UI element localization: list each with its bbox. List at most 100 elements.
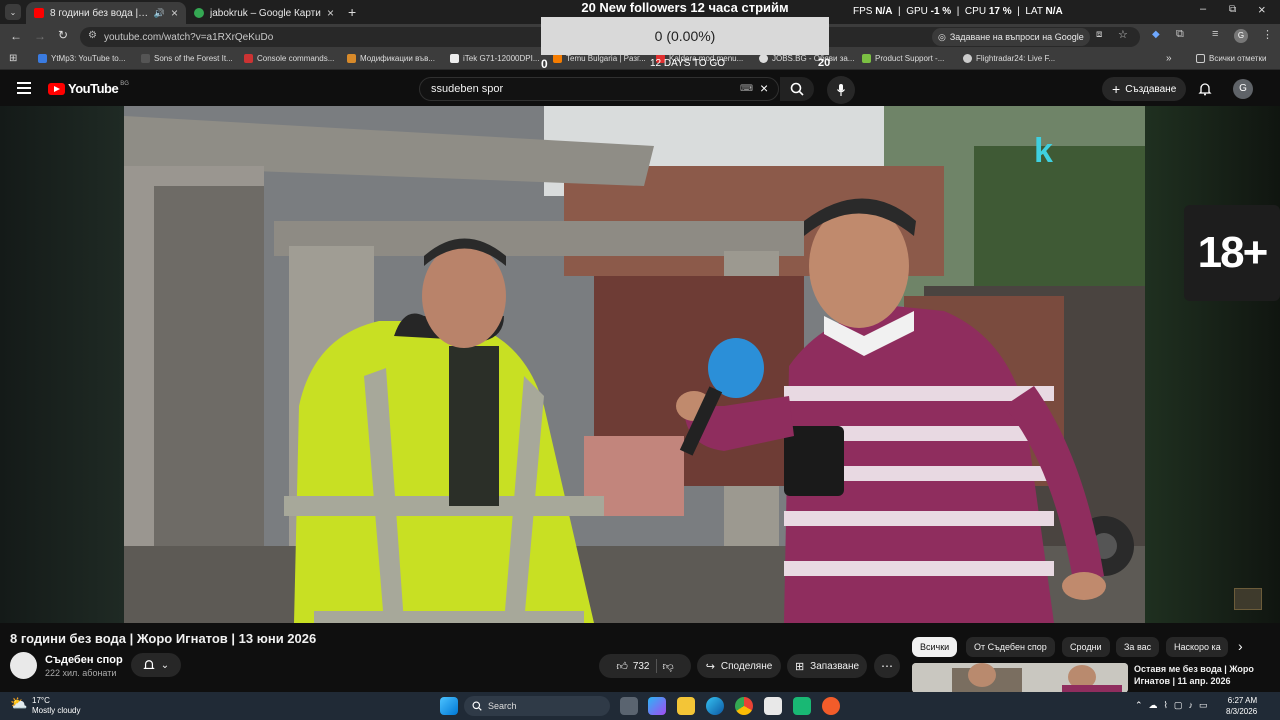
extension-icon[interactable]: ◆ — [1152, 29, 1160, 40]
tab-list-button[interactable]: ⌄ — [5, 4, 21, 20]
install-app-icon[interactable]: ⧈ — [1096, 29, 1102, 40]
edge-icon[interactable] — [706, 697, 724, 715]
thumbs-up-icon: 👍︎ — [616, 660, 628, 673]
url-text: youtube.com/watch?v=a1RXrQeKuDo — [104, 31, 274, 43]
subscription-bell-button[interactable]: ⌄ — [131, 653, 181, 677]
taskbar-search-box[interactable]: Search — [464, 696, 610, 716]
app-icon[interactable] — [822, 697, 840, 715]
youtube-search-input[interactable]: ssudeben spor ⌨ × — [419, 77, 779, 101]
tab-title: 8 години без вода | Жоро — [50, 7, 150, 19]
all-bookmarks-folder[interactable]: Всички отметки — [1196, 54, 1266, 63]
channel-name[interactable]: Съдебен спор — [45, 654, 123, 666]
bookmark-favicon-icon — [347, 54, 356, 63]
system-tray-icons[interactable]: ⌃☁⌇▢♪▭ — [1135, 700, 1213, 711]
account-avatar[interactable]: G — [1233, 79, 1253, 99]
recommended-video-title[interactable]: Оставя ме без вода | Жоро Игнатов | 11 а… — [1134, 663, 1280, 687]
close-tab-icon[interactable]: × — [171, 6, 178, 20]
more-horizontal-icon: ⋯ — [881, 659, 893, 673]
store-icon[interactable] — [764, 697, 782, 715]
apps-grid-icon[interactable]: ⊞ — [9, 53, 17, 64]
minimize-window-icon[interactable]: – — [1200, 3, 1206, 15]
copilot-icon[interactable] — [648, 697, 666, 715]
browser-tab-maps[interactable]: jabokruk – Google Карти × — [186, 2, 342, 24]
bookmark-item[interactable]: Console commands... — [244, 54, 334, 63]
bookmark-favicon-icon — [244, 54, 253, 63]
back-icon[interactable]: ← — [10, 29, 22, 43]
follower-goal-progress: 0 (0.00%) — [541, 17, 829, 55]
profile-avatar[interactable]: G — [1234, 29, 1248, 43]
save-button[interactable]: ⊞ Запазване — [787, 654, 867, 678]
reload-icon[interactable]: ↻ — [58, 28, 68, 42]
bookmark-item[interactable]: Sons of the Forest It... — [141, 54, 233, 63]
follower-goal-title: 20 New followers 12 часа стрийм — [581, 0, 789, 15]
clear-search-icon[interactable]: × — [760, 80, 768, 96]
keyboard-icon[interactable]: ⌨ — [740, 83, 753, 94]
site-info-icon[interactable]: ⚙ — [88, 30, 97, 41]
player-backdrop — [1145, 106, 1280, 623]
close-window-icon[interactable]: × — [1258, 2, 1266, 17]
youtube-header: YouTube BG ssudeben spor ⌨ × + Създаване… — [0, 71, 1280, 106]
bookmark-item[interactable]: iTek G71-12000DPI... — [450, 54, 539, 63]
bookmark-item[interactable]: Flightradar24: Live F... — [963, 54, 1055, 63]
file-explorer-icon[interactable] — [677, 697, 695, 715]
recommended-video-thumbnail[interactable] — [912, 663, 1128, 693]
create-button[interactable]: + Създаване — [1102, 77, 1187, 101]
chat-app-icon[interactable] — [793, 697, 811, 715]
chip-for-you[interactable]: За вас — [1116, 637, 1160, 657]
video-player[interactable]: k — [124, 106, 1145, 623]
search-button[interactable] — [780, 77, 814, 101]
windows-start-icon[interactable] — [440, 697, 458, 715]
extensions-puzzle-icon[interactable]: ⧉ — [1176, 28, 1184, 41]
more-bookmarks-icon[interactable]: » — [1166, 53, 1172, 64]
google-lens-icon: ◎ — [938, 31, 946, 42]
like-button[interactable]: 👍︎ 732 — [616, 660, 649, 673]
bookmark-item[interactable]: YtMp3: YouTube to... — [38, 54, 125, 63]
follower-goal-progress-text: 0 (0.00%) — [654, 28, 716, 44]
bookmark-item[interactable]: Модификации във... — [347, 54, 435, 63]
weather-description: Mostly cloudy — [32, 706, 81, 715]
bookmark-item[interactable]: Product Support -... — [862, 54, 944, 63]
chip-recently-uploaded[interactable]: Наскоро ка — [1166, 637, 1228, 657]
weather-temperature: 17°C — [32, 696, 50, 705]
restore-window-icon[interactable]: ⧉ — [1229, 4, 1236, 15]
follower-goal-start: 0 — [541, 57, 548, 71]
chip-from-channel[interactable]: От Съдебен спор — [966, 637, 1055, 657]
menu-kebab-icon[interactable]: ⋮ — [1262, 28, 1273, 41]
browser-tab-youtube[interactable]: 8 години без вода | Жоро 🔊 × — [26, 2, 186, 24]
bookmark-star-icon[interactable]: ☆ — [1118, 28, 1128, 41]
chip-related[interactable]: Сродни — [1062, 637, 1110, 657]
weather-widget[interactable]: ⛅ 17°C Mostly cloudy — [8, 696, 80, 716]
more-actions-button[interactable]: ⋯ — [874, 654, 900, 678]
new-tab-icon[interactable]: + — [348, 4, 356, 20]
youtube-logo[interactable]: YouTube BG — [48, 81, 129, 96]
chip-all[interactable]: Всички — [912, 637, 958, 657]
speaker-icon[interactable]: 🔊 — [154, 8, 165, 19]
dislike-button[interactable]: 👎︎ — [663, 660, 674, 673]
channel-watermark-logo: k — [1034, 132, 1053, 170]
bookmark-favicon-icon — [450, 54, 459, 63]
reading-list-icon[interactable]: ≡ — [1212, 28, 1218, 40]
chrome-icon[interactable] — [735, 697, 753, 715]
bookmark-favicon-icon — [553, 54, 562, 63]
channel-avatar[interactable] — [10, 652, 37, 679]
forward-icon[interactable]: → — [34, 29, 46, 43]
follower-goal-days: 12 DAYS TO GO — [650, 58, 726, 69]
bookmark-item[interactable]: Temu Bulgaria | Pазг... — [553, 54, 646, 63]
search-query-text: ssudeben spor — [431, 83, 504, 95]
taskbar-clock[interactable]: 6:27 AM 8/3/2026 — [1226, 695, 1257, 717]
youtube-play-icon — [48, 82, 65, 95]
voice-search-button[interactable] — [827, 76, 855, 104]
ask-google-button[interactable]: ◎ Задаване на въпроси на Google — [932, 28, 1090, 46]
share-button[interactable]: ↪ Споделяне — [697, 654, 781, 678]
like-count: 732 — [632, 660, 650, 672]
save-playlist-icon: ⊞ — [794, 660, 805, 673]
task-view-icon[interactable] — [620, 697, 638, 715]
age-restriction-badge: 18+ — [1184, 205, 1280, 301]
notifications-bell-icon[interactable] — [1198, 82, 1212, 96]
thumbs-down-icon: 👎︎ — [662, 660, 674, 673]
chevron-right-icon[interactable]: › — [1238, 638, 1243, 654]
bookmark-item[interactable]: JOBS.BG - Обяви за... — [759, 54, 854, 63]
close-tab-icon[interactable]: × — [327, 6, 334, 20]
maps-favicon-icon — [194, 8, 204, 18]
hamburger-menu-icon[interactable] — [17, 82, 31, 94]
